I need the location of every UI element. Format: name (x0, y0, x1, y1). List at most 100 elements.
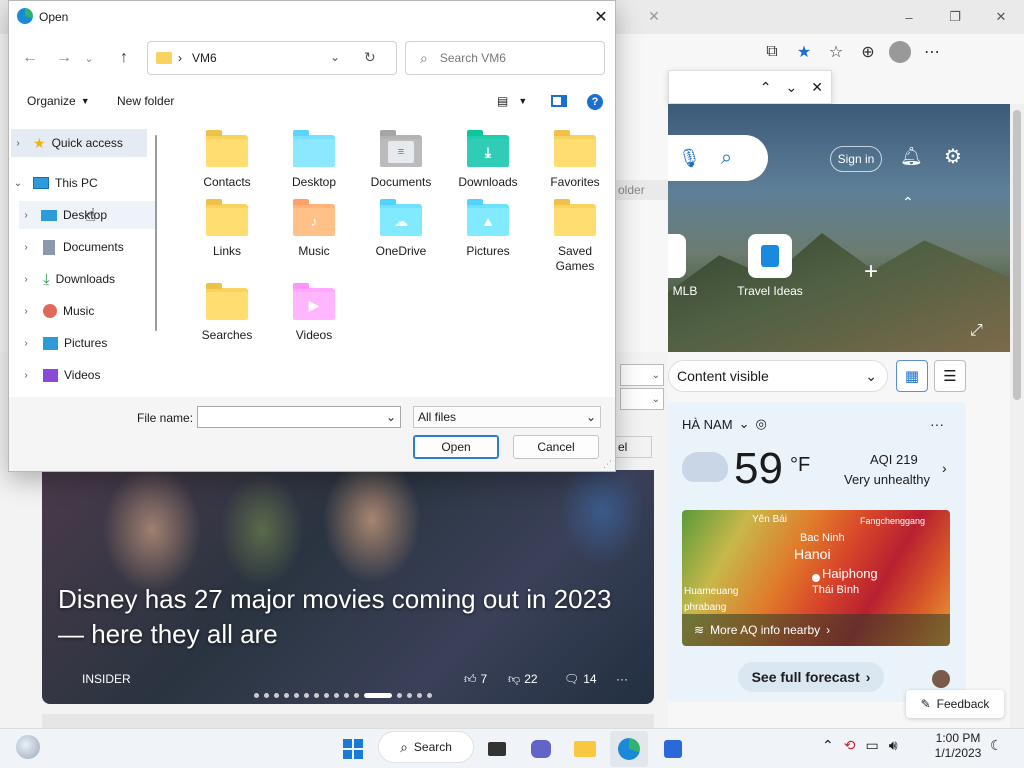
refresh-icon[interactable]: ↻ (364, 49, 376, 66)
grid-view-button[interactable]: ▦ (896, 360, 928, 392)
display-icon[interactable]: ▭ (865, 737, 878, 754)
carousel-dot[interactable] (427, 692, 432, 698)
content-visible-dropdown[interactable]: Content visible ⌄ (668, 360, 888, 392)
new-folder-button[interactable]: New folder (117, 94, 174, 108)
item-documents[interactable]: ≡ Documents (361, 129, 441, 189)
address-folder[interactable]: VM6 (192, 51, 217, 65)
more-menu-icon[interactable]: ⋯ (916, 36, 948, 68)
organize-button[interactable]: Organize ▼ (27, 94, 90, 108)
store-icon[interactable] (654, 731, 692, 767)
back-arrow-icon[interactable]: ← (15, 43, 45, 73)
aqi-value[interactable]: AQI 219 (870, 452, 918, 467)
carousel-dot[interactable] (397, 692, 402, 698)
dialog-close-button[interactable]: ✕ (587, 3, 615, 31)
cancel-button[interactable]: Cancel (513, 435, 599, 459)
search-box[interactable]: 🎙 ⌕ (668, 135, 768, 181)
list-view-button[interactable]: ☰ (934, 360, 966, 392)
nav-item-documents[interactable]: › Documents (19, 233, 155, 261)
carousel-dot[interactable] (344, 692, 349, 698)
forward-arrow-icon[interactable]: → (49, 43, 79, 73)
item-links[interactable]: Links (187, 198, 267, 258)
expand-chevron-icon[interactable]: › (19, 242, 33, 253)
carousel-dot[interactable] (407, 692, 412, 698)
view-options[interactable]: ▤ ▼ (497, 94, 527, 108)
item-downloads[interactable]: ⤓ Downloads (448, 129, 528, 189)
settings-gear-icon[interactable]: ⚙ (944, 144, 962, 169)
notifications-icon[interactable]: 🔔︎ (900, 146, 923, 167)
favorites-icon[interactable]: ☆ (820, 36, 852, 68)
carousel-dot[interactable] (304, 692, 309, 698)
taskbar-search[interactable]: ⌕ Search (378, 731, 474, 763)
view-icon[interactable]: ▤ (497, 94, 508, 108)
nav-pane-scrollbar[interactable] (155, 135, 157, 331)
expand-chevron-icon[interactable]: › (19, 274, 33, 285)
find-next-icon[interactable]: ⌄ (786, 79, 798, 96)
add-tile-icon[interactable]: + (864, 258, 878, 286)
news-source[interactable]: INSIDER (82, 672, 131, 686)
find-close-icon[interactable]: ✕ (811, 79, 823, 96)
carousel-dot-active[interactable] (364, 692, 392, 698)
expand-chevron-icon[interactable]: › (19, 338, 33, 349)
news-headline[interactable]: Disney has 27 major movies coming out in… (58, 582, 618, 652)
carousel-dot[interactable] (284, 692, 289, 698)
chevron-down-icon[interactable]: ⌄ (739, 416, 750, 432)
file-explorer-icon[interactable] (566, 731, 604, 767)
aqi-chevron-icon[interactable]: › (942, 460, 947, 476)
item-videos[interactable]: ▶ Videos (274, 282, 354, 342)
expand-chevron-icon[interactable]: › (11, 138, 25, 149)
item-contacts[interactable]: Contacts (187, 129, 267, 189)
location-globe-icon[interactable]: ◎ (755, 416, 766, 432)
scrollbar-thumb[interactable] (1013, 110, 1021, 400)
file-name-input[interactable]: ⌄ (197, 406, 401, 428)
carousel-dot[interactable] (334, 692, 339, 698)
help-icon[interactable]: ? (587, 94, 603, 110)
dislike-button[interactable]: 👎︎ 22 (508, 672, 538, 687)
search-field[interactable]: ⌕ Search VM6 (405, 41, 605, 75)
address-bar[interactable]: › VM6 ⌄ ↻ (147, 41, 397, 75)
partial-cancel-button[interactable]: el (616, 436, 652, 458)
file-type-select[interactable]: All files ⌄ (413, 406, 601, 428)
feedback-button[interactable]: ✎ Feedback (906, 690, 1004, 718)
nav-item-quick-access[interactable]: › ★ Quick access (11, 129, 147, 157)
item-onedrive[interactable]: ☁ OneDrive (361, 198, 441, 258)
show-hidden-icons-chevron-icon[interactable]: ⌃ (822, 737, 834, 754)
tile-travel-ideas[interactable] (748, 234, 792, 278)
profile-avatar[interactable] (884, 36, 916, 68)
collapse-chevron-icon[interactable]: ⌃ (902, 194, 914, 211)
up-arrow-icon[interactable]: ↑ (109, 43, 139, 73)
item-desktop[interactable]: Desktop (274, 129, 354, 189)
widgets-icon[interactable] (16, 735, 40, 759)
item-searches[interactable]: Searches (187, 282, 267, 342)
chat-icon[interactable] (522, 731, 560, 767)
clock[interactable]: 1:00 PM 1/1/2023 (930, 731, 986, 761)
aq-link[interactable]: ≋ More AQ info nearby › (682, 614, 950, 646)
carousel-dot[interactable] (314, 692, 319, 698)
network-sync-icon[interactable]: ⟲ (844, 737, 856, 754)
carousel-dot[interactable] (264, 692, 269, 698)
carousel-dot[interactable] (294, 692, 299, 698)
item-pictures[interactable]: ▲ Pictures (448, 198, 528, 258)
search-icon[interactable]: ⌕ (721, 147, 732, 170)
carousel-dot[interactable] (417, 692, 422, 698)
address-history-chevron-icon[interactable]: ⌄ (330, 50, 340, 64)
volume-icon[interactable]: 🔊︎ (889, 737, 898, 754)
partial-select-1[interactable]: ⌄ (620, 364, 664, 386)
screenshot-icon[interactable]: ⧉ (756, 36, 788, 68)
favorite-star-icon[interactable]: ★ (788, 36, 820, 68)
carousel-dot[interactable] (254, 692, 259, 698)
nav-item-pictures[interactable]: › Pictures (19, 329, 155, 357)
partial-select-2[interactable]: ⌄ (620, 388, 664, 410)
recent-locations-chevron-icon[interactable]: ⌄ (81, 43, 97, 73)
weather-more-icon[interactable]: ··· (930, 416, 944, 432)
see-full-forecast-button[interactable]: See full forecast › (738, 662, 884, 692)
tile-mlb[interactable] (668, 234, 686, 278)
carousel-dot[interactable] (274, 692, 279, 698)
dropdown-caret-icon[interactable]: ▼ (518, 96, 527, 106)
task-view-icon[interactable] (478, 731, 516, 767)
like-button[interactable]: 👍︎ 7 (464, 672, 487, 687)
open-button[interactable]: Open (413, 435, 499, 459)
find-previous-icon[interactable]: ⌃ (760, 79, 772, 96)
nav-item-this-pc[interactable]: ⌄ This PC (11, 169, 147, 197)
expand-chevron-icon[interactable]: › (19, 210, 33, 221)
nav-item-videos[interactable]: › Videos (19, 361, 155, 389)
